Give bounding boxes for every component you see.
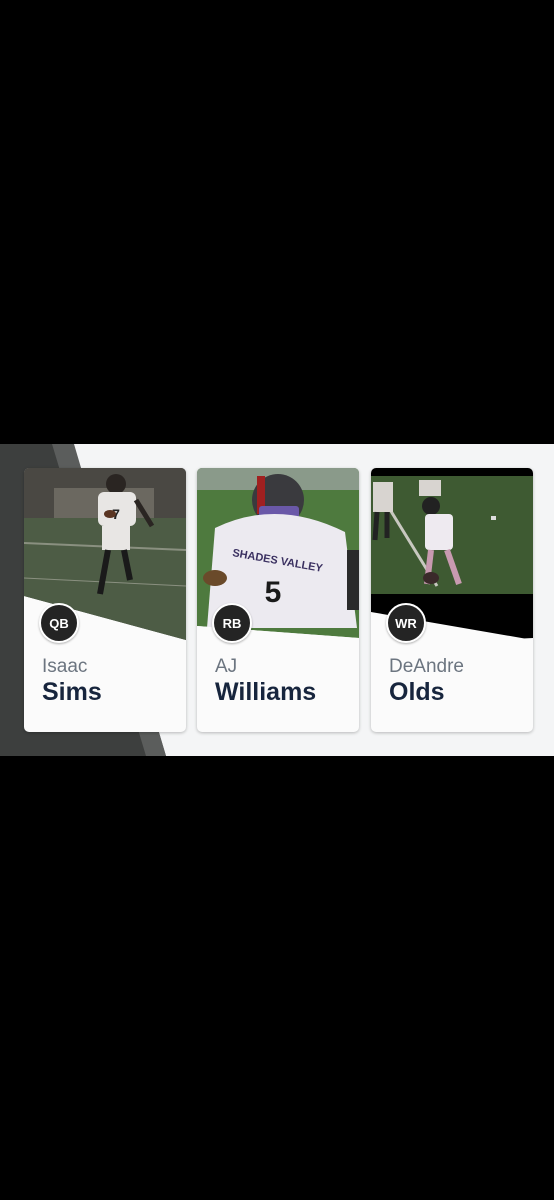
position-badge: WR: [386, 603, 426, 643]
player-last-name: Williams: [215, 678, 317, 706]
player-first-name: AJ: [215, 656, 238, 677]
player-card-qb[interactable]: 7 QB Isaac Sims: [24, 468, 186, 732]
player-first-name: Isaac: [42, 656, 88, 677]
player-first-name: DeAndre: [389, 656, 464, 677]
player-card-wr[interactable]: WR DeAndre Olds: [371, 468, 533, 732]
player-card-rb[interactable]: SHADES VALLEY 5 RB AJ Williams: [197, 468, 359, 732]
position-badge: QB: [39, 603, 79, 643]
position-badge: RB: [212, 603, 252, 643]
player-last-name: Sims: [42, 678, 102, 706]
player-roster-band: 7 QB Isaac Sims SHADES VALLEY: [0, 444, 554, 756]
svg-text:5: 5: [265, 576, 282, 609]
player-last-name: Olds: [389, 678, 445, 706]
